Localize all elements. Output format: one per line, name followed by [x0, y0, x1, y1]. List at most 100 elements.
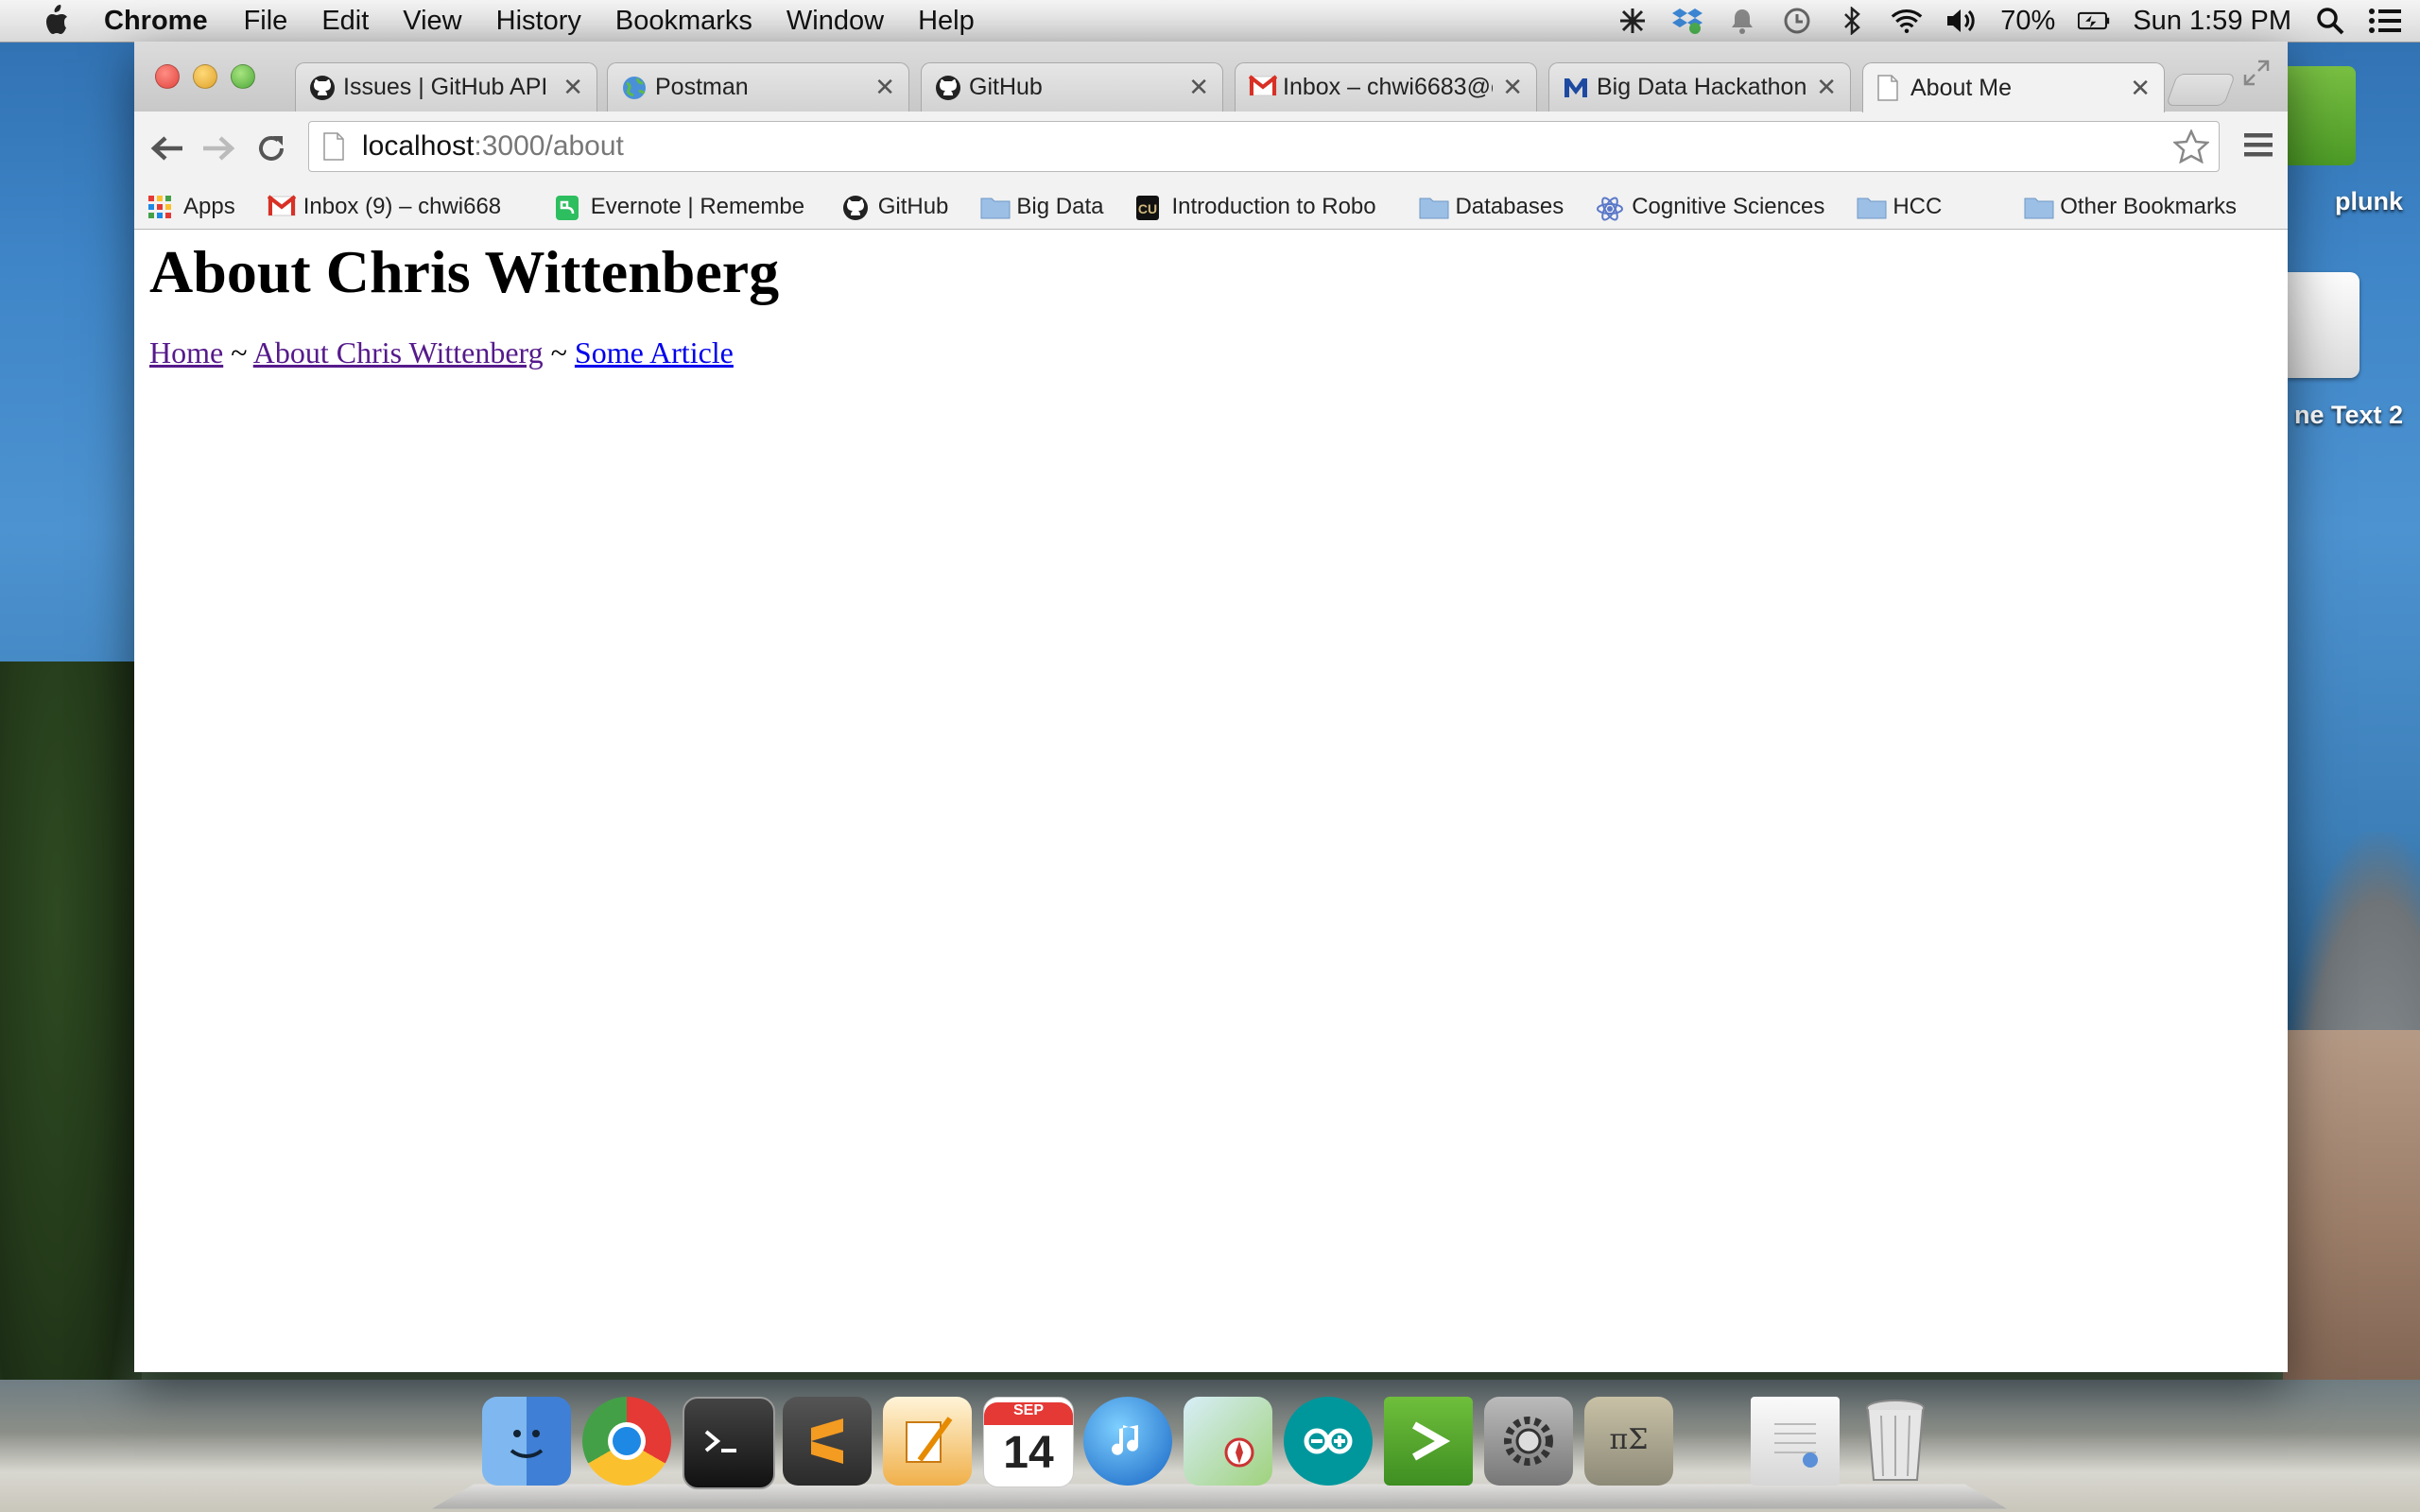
chrome-icon[interactable] [582, 1397, 671, 1486]
svg-text:πΣ: πΣ [1610, 1423, 1649, 1456]
sublime-text-icon[interactable] [783, 1397, 872, 1486]
bookmark-label: Databases [1455, 194, 1564, 219]
fullscreen-icon[interactable] [2242, 59, 2271, 87]
github-icon [309, 75, 336, 101]
splunk-icon[interactable] [1384, 1397, 1473, 1486]
notification-center-icon[interactable] [2369, 5, 2401, 37]
address-bar[interactable]: localhost:3000/about [308, 121, 2220, 172]
itunes-icon[interactable] [1083, 1397, 1172, 1486]
calendar-icon[interactable]: SEP 14 [983, 1397, 1074, 1487]
bookmark-label: Introduction to Robo [1171, 194, 1376, 219]
arduino-icon[interactable] [1284, 1397, 1373, 1486]
close-tab-icon[interactable]: ✕ [562, 73, 583, 102]
menu-file[interactable]: File [244, 6, 288, 37]
tab-label: Big Data Hackathons [1597, 74, 1807, 100]
tab-about-me[interactable]: About Me ✕ [1862, 62, 2165, 112]
bookmark-intro-robotics[interactable]: CU Introduction to Robo [1135, 194, 1387, 220]
chrome-window: Issues | GitHub API ✕ Postman ✕ GitHub ✕… [134, 42, 2288, 1372]
trash-icon[interactable] [1851, 1397, 1940, 1486]
calendar-day: 14 [1003, 1428, 1054, 1478]
breadcrumb: Home ~ About Chris Wittenberg ~ Some Art… [149, 335, 734, 370]
tab-label: GitHub [969, 74, 1043, 100]
m-logo-icon [1563, 75, 1589, 101]
bookmark-label: GitHub [877, 194, 949, 219]
spotlight-search-icon[interactable] [2314, 5, 2346, 37]
bookmark-cognitive-sciences[interactable]: Cognitive Sciences [1596, 194, 1825, 221]
snowflake-icon[interactable] [1616, 5, 1649, 37]
desktop-icon-label-1[interactable]: plunk [2335, 187, 2403, 216]
clock[interactable]: Sun 1:59 PM [2133, 6, 2291, 37]
dropbox-icon[interactable] [1671, 5, 1703, 37]
home-link[interactable]: Home [149, 335, 223, 369]
bookmark-evernote[interactable]: Evernote | Remembe [555, 194, 810, 220]
downloads-stack-icon[interactable] [1751, 1397, 1840, 1486]
menu-help[interactable]: Help [918, 6, 975, 37]
wifi-icon[interactable] [1891, 5, 1923, 37]
back-button[interactable] [147, 129, 187, 168]
desktop-icon-label-2[interactable]: ne Text 2 [2294, 401, 2403, 430]
chrome-menu-icon[interactable] [2242, 130, 2274, 163]
terminal-icon[interactable] [683, 1397, 775, 1489]
some-article-link[interactable]: Some Article [575, 335, 734, 369]
menu-window[interactable]: Window [786, 6, 884, 37]
forward-button[interactable] [199, 129, 238, 168]
menu-edit[interactable]: Edit [321, 6, 369, 37]
tab-github[interactable]: GitHub ✕ [921, 62, 1223, 112]
pages-icon[interactable] [883, 1397, 972, 1486]
bookmark-inbox[interactable]: Inbox (9) – chwi668 [267, 194, 523, 220]
about-link[interactable]: About Chris Wittenberg [253, 335, 544, 369]
page-heading: About Chris Wittenberg [149, 238, 780, 305]
folder-icon [1419, 195, 1449, 219]
dock-shelf [432, 1484, 2007, 1509]
volume-icon[interactable] [1945, 5, 1978, 37]
battery-icon[interactable] [2078, 5, 2110, 37]
finder-icon[interactable] [482, 1397, 571, 1486]
close-tab-icon[interactable]: ✕ [1816, 73, 1837, 102]
bookmark-other-bookmarks[interactable]: Other Bookmarks [2024, 185, 2237, 229]
time-machine-icon[interactable] [1781, 5, 1813, 37]
menu-history[interactable]: History [496, 6, 581, 37]
splunk-desktop-icon[interactable] [2288, 66, 2356, 165]
close-tab-icon[interactable]: ✕ [874, 73, 895, 102]
bookmark-apps[interactable]: Apps [147, 194, 235, 220]
system-preferences-icon[interactable] [1484, 1397, 1573, 1486]
bookmark-folder-big-data[interactable]: Big Data [980, 194, 1103, 220]
battery-percent[interactable]: 70% [2000, 6, 2055, 37]
reload-button[interactable] [251, 129, 291, 168]
maps-icon[interactable] [1184, 1397, 1272, 1486]
bookmark-label: Other Bookmarks [2060, 194, 2237, 219]
apple-menu-icon[interactable] [36, 5, 76, 35]
page-content: About Chris Wittenberg Home ~ About Chri… [134, 230, 2288, 1372]
desktop-wallpaper-building [2283, 1030, 2420, 1427]
bookmark-label: Evernote | Remembe [590, 194, 805, 219]
tab-big-data-hackathons[interactable]: Big Data Hackathons ✕ [1548, 62, 1851, 112]
tab-inbox[interactable]: Inbox – chwi6683@c ✕ [1235, 62, 1537, 112]
folder-icon [980, 195, 1011, 219]
bookmark-folder-databases[interactable]: Databases [1419, 194, 1564, 220]
menu-bar: Chrome File Edit View History Bookmarks … [0, 0, 2420, 43]
zoom-window-button[interactable] [231, 64, 255, 89]
close-tab-icon[interactable]: ✕ [1188, 73, 1209, 102]
bookmark-star-icon[interactable] [2171, 128, 2211, 164]
bookmarks-bar: Apps Inbox (9) – chwi668 Evernote | Reme… [134, 185, 2288, 230]
bookmark-folder-hcc[interactable]: HCC [1857, 194, 1942, 220]
menu-view[interactable]: View [403, 6, 461, 37]
bookmark-label: Cognitive Sciences [1632, 194, 1825, 219]
bluetooth-icon[interactable] [1836, 5, 1868, 37]
close-tab-icon[interactable]: ✕ [2130, 74, 2151, 103]
close-tab-icon[interactable]: ✕ [1502, 73, 1523, 102]
menu-bookmarks[interactable]: Bookmarks [615, 6, 752, 37]
tab-strip: Issues | GitHub API ✕ Postman ✕ GitHub ✕… [134, 42, 2288, 112]
close-window-button[interactable] [155, 64, 180, 89]
minimize-window-button[interactable] [193, 64, 217, 89]
tab-issues-github-api[interactable]: Issues | GitHub API ✕ [295, 62, 597, 112]
bookmark-github[interactable]: GitHub [842, 194, 949, 220]
notifications-icon[interactable] [1726, 5, 1758, 37]
menu-app-name[interactable]: Chrome [104, 6, 208, 37]
atom-icon [1596, 195, 1624, 221]
drive-desktop-icon[interactable] [2288, 272, 2360, 378]
latexit-icon[interactable]: πΣ [1584, 1397, 1673, 1486]
breadcrumb-separator: ~ [550, 335, 567, 369]
new-tab-button[interactable] [2165, 74, 2237, 106]
tab-postman[interactable]: Postman ✕ [607, 62, 909, 112]
